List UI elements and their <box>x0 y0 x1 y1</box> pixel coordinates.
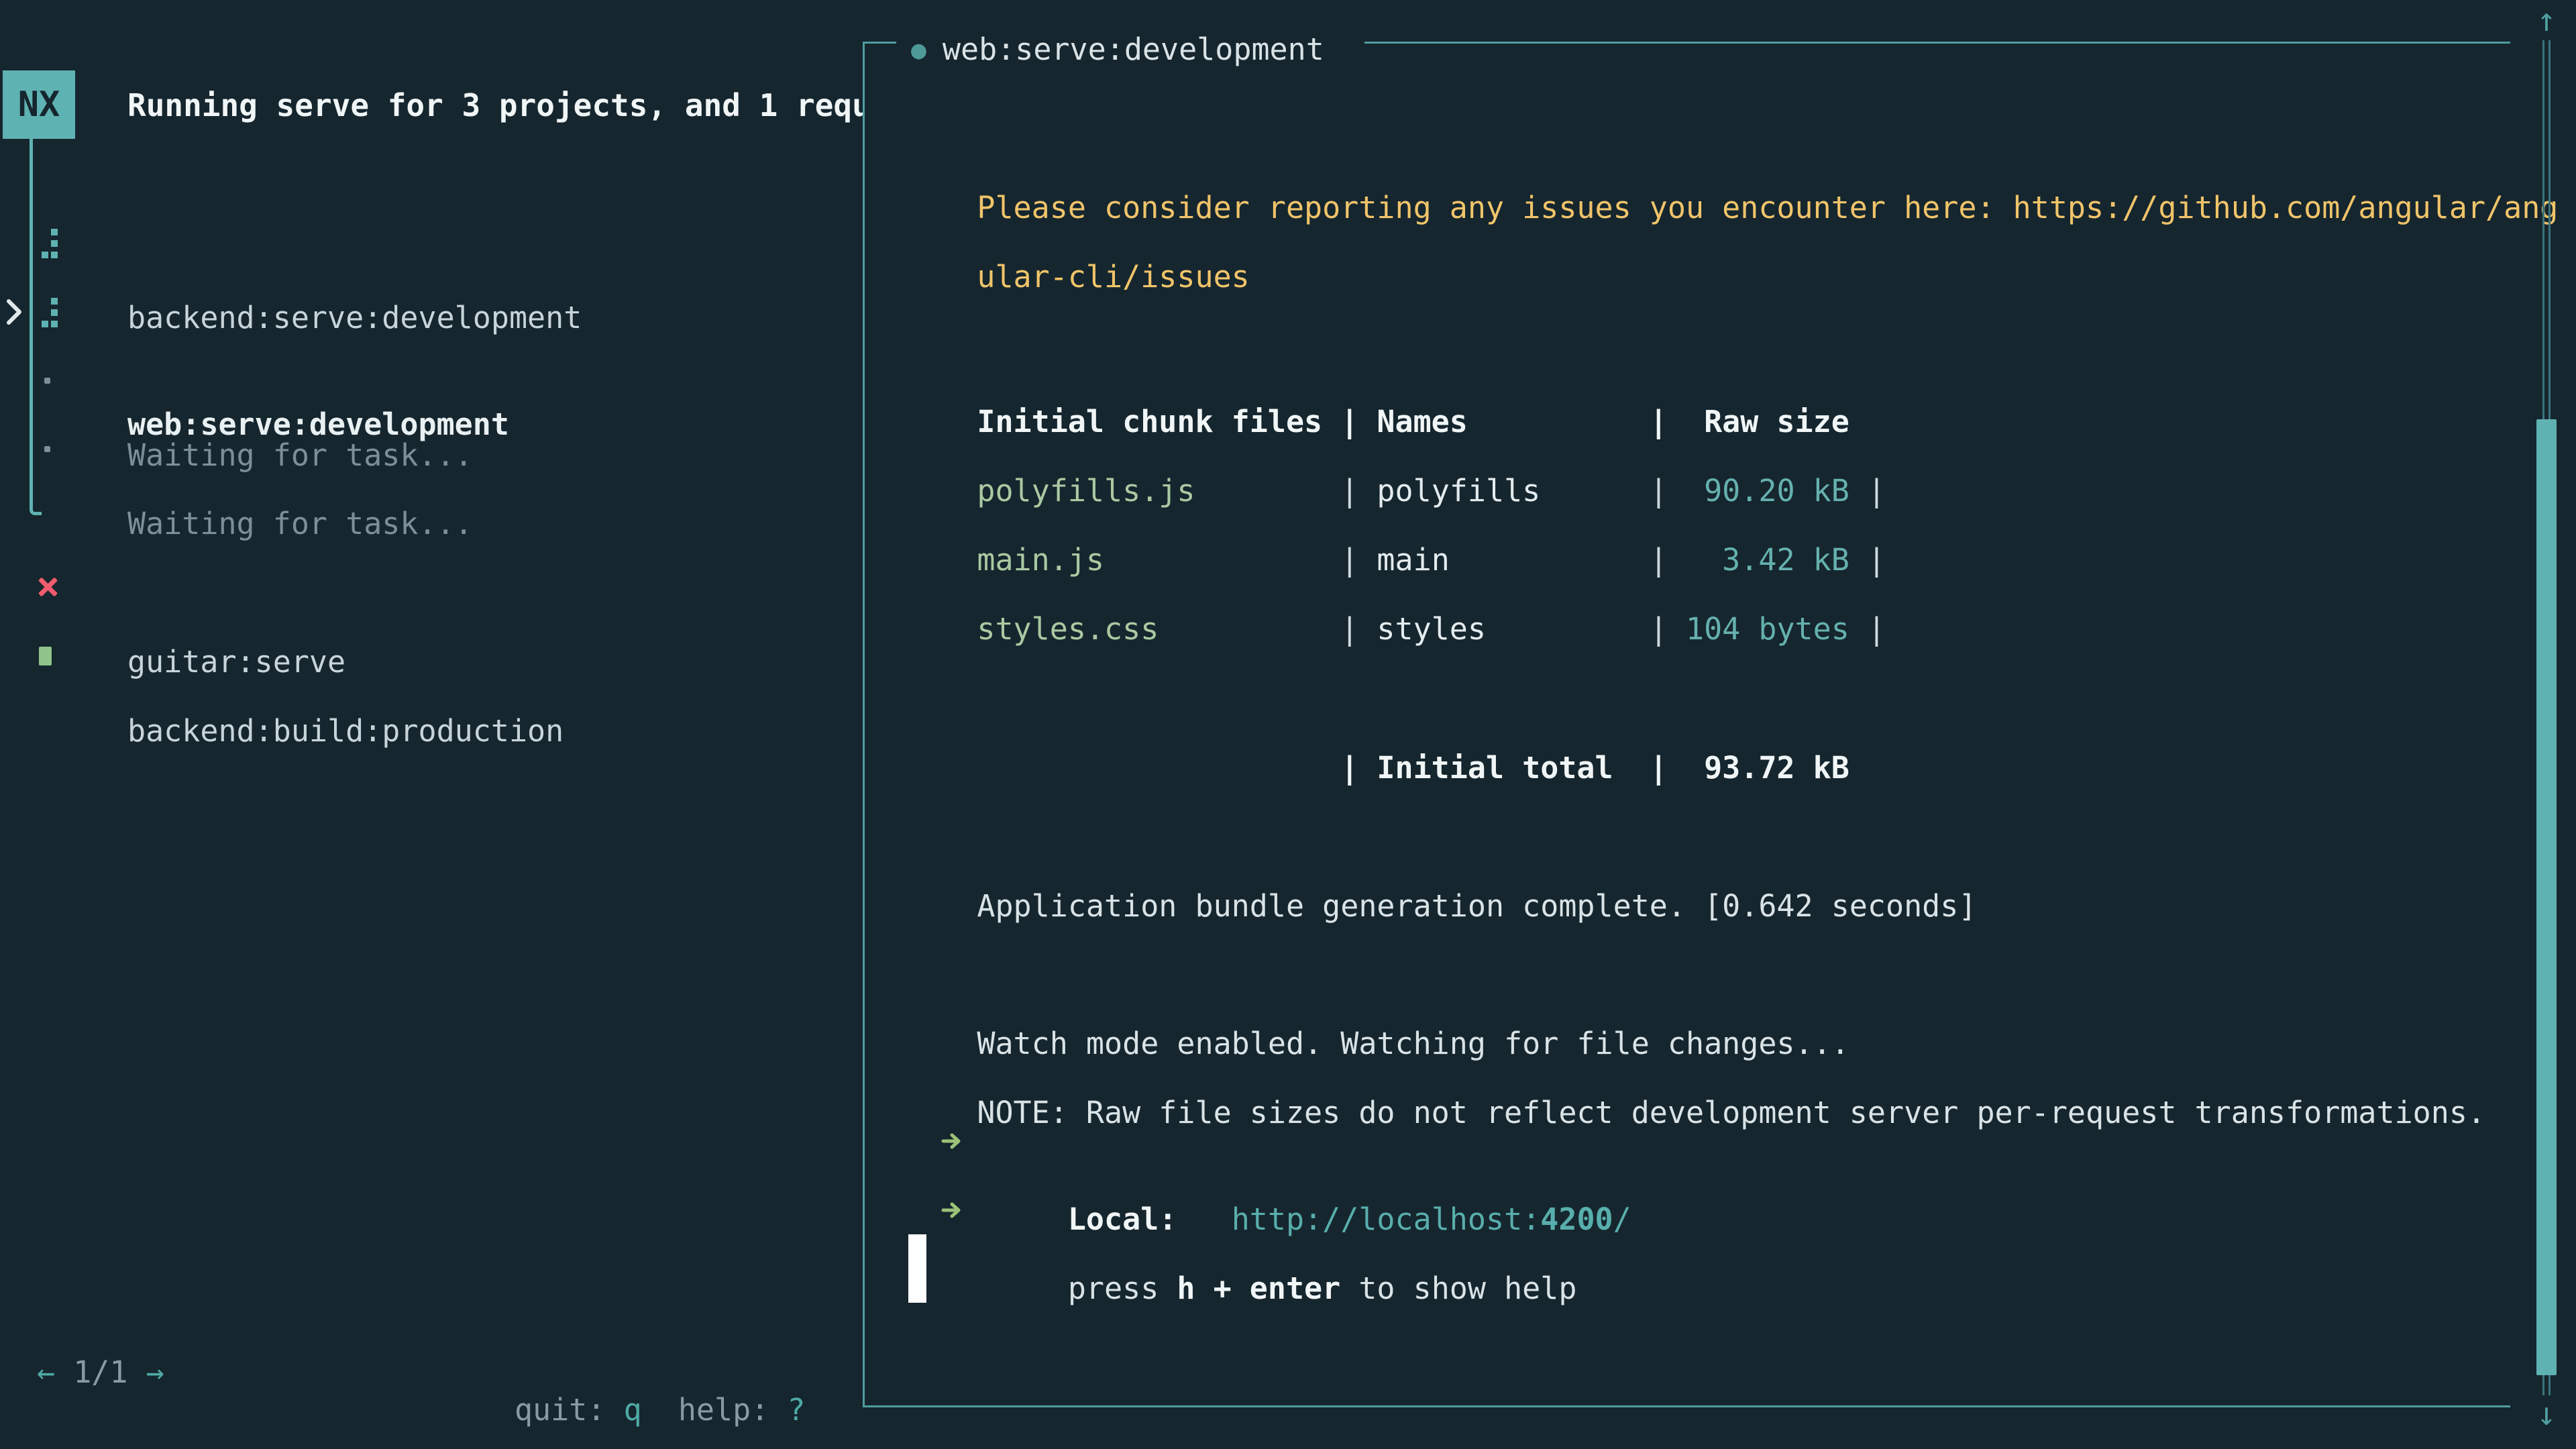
task-row-waiting-2[interactable]: Waiting for task... <box>0 430 863 468</box>
task-row-waiting-1[interactable]: Waiting for task... <box>0 362 863 399</box>
prev-page-arrow-icon[interactable]: ← <box>37 1354 55 1390</box>
task-failed-x-icon <box>38 577 58 597</box>
quit-hint-label: quit: <box>515 1392 605 1428</box>
arrow-right-icon <box>941 1130 963 1152</box>
sidebar-title: Running serve for 3 projects, and 1 requ <box>127 87 863 123</box>
task-label: Waiting for task... <box>127 505 473 543</box>
pending-dot-icon <box>44 378 50 384</box>
pending-dot-icon <box>44 446 50 452</box>
task-row-backend-serve[interactable]: backend:serve:development <box>0 224 863 262</box>
task-label: backend:build:production <box>127 712 564 750</box>
nx-terminal-ui: NX Running serve for 3 projects, and 1 r… <box>0 0 2576 1449</box>
scrollbar-thumb[interactable] <box>2536 419 2557 1375</box>
notice-line-2: ular-cli/issues <box>904 221 1250 334</box>
help-key: ? <box>787 1392 805 1428</box>
sidebar-footer: ← 1/1 → quit: q help: ? <box>0 1316 863 1354</box>
spinner-icon <box>42 298 58 327</box>
page-indicator: 1/1 <box>73 1354 127 1390</box>
arrow-right-icon <box>941 1199 963 1221</box>
output-panel-title-text: web:serve:development <box>943 31 1324 68</box>
spinner-icon <box>42 229 58 258</box>
task-row-backend-build[interactable]: backend:build:production <box>0 637 863 675</box>
output-panel-title: ● web:serve:development <box>896 31 1364 68</box>
next-page-arrow-icon[interactable]: → <box>146 1354 164 1390</box>
nx-logo: NX <box>3 70 75 139</box>
help-keys: h + enter <box>1177 1271 1340 1306</box>
task-success-square-icon <box>39 647 52 665</box>
help-hint-label: help: <box>678 1392 769 1428</box>
chevron-right-icon <box>4 297 24 327</box>
task-list-sidebar: NX Running serve for 3 projects, and 1 r… <box>0 0 863 1449</box>
running-bullet-icon: ● <box>911 31 926 68</box>
press-help-line: press h + enter to show help <box>904 1194 1576 1345</box>
pagination: ← 1/1 → <box>37 1354 164 1391</box>
terminal-cursor <box>908 1234 926 1303</box>
bundle-complete-line: Application bundle generation complete. … <box>904 850 1976 963</box>
initial-total-row: | Initial total | 93.72 kB <box>904 712 1849 825</box>
scroll-up-arrow-icon[interactable]: ↑ <box>2526 1 2567 39</box>
task-row-guitar-serve[interactable]: guitar:serve <box>0 568 863 606</box>
chunk-table-row-styles: styles.css | styles | 104 bytes | <box>904 573 1886 686</box>
quit-key: q <box>624 1392 642 1428</box>
task-row-web-serve-selected[interactable]: web:serve:development <box>0 293 863 331</box>
scroll-down-arrow-icon[interactable]: ↓ <box>2526 1395 2567 1433</box>
keyboard-hints: quit: q help: ? <box>515 1391 806 1429</box>
